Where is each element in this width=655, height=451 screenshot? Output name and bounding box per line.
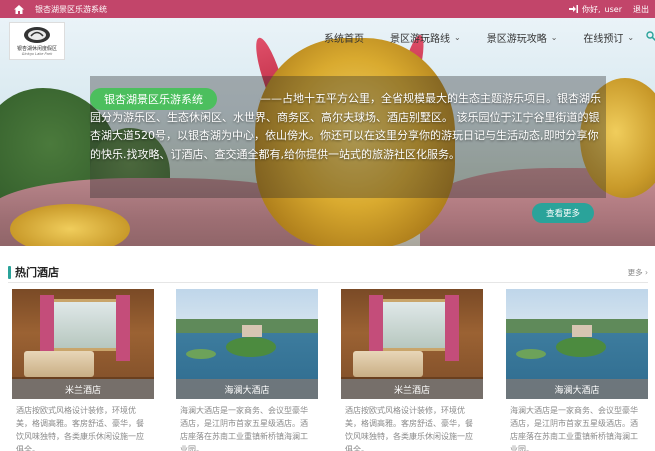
logo-subtext: Ginkgo Lake Park [21,52,53,56]
chevron-down-icon: ⌄ [454,33,461,42]
site-name[interactable]: 银杏湖景区乐游系统 [35,4,107,15]
logo-icon [24,27,50,43]
hotel-name[interactable]: 米兰酒店 [341,379,483,399]
hotel-description: 酒店按欧式风格设计装修，环境优美，格调高雅。客房舒适、豪华，餐饮风味独特，各类康… [345,406,473,451]
view-more-button[interactable]: 查看更多 [532,203,594,223]
hotel-description: 酒店按欧式风格设计装修，环境优美，格调高雅。客房舒适、豪华，餐饮风味独特，各类康… [16,406,144,451]
greeting-text: 你好, [582,4,601,14]
intro-badge: 银杏湖景区乐游系统 [90,88,217,110]
hot-hotels-header: 热门酒店 更多 › [8,262,648,282]
username[interactable]: user [605,5,622,14]
chevron-down-icon: ⌄ [550,33,558,42]
hotel-card[interactable]: 海澜大酒店 海澜大酒店是一家商务、会议型豪华酒店，是江阴市首家五星级酒店。酒店座… [506,289,648,451]
hotel-card[interactable]: 海澜大酒店 海澜大酒店是一家商务、会议型豪华酒店，是江阴市首家五星级酒店。酒店座… [176,289,318,451]
main-nav: 系统首页 景区游玩路线 ⌄ 景区游玩攻略 ⌄ 在线预订 ⌄ [324,30,655,45]
hotel-name[interactable]: 海澜大酒店 [176,379,318,399]
hotel-thumbnail[interactable]: 海澜大酒店 [506,289,648,399]
site-logo[interactable]: 银杏湖休闲度假区 Ginkgo Lake Park [9,22,65,60]
more-hotels-link[interactable]: 更多 › [628,267,648,278]
logout-link[interactable]: 退出 [633,4,649,15]
hotel-thumbnail[interactable]: 海澜大酒店 [176,289,318,399]
search-icon[interactable] [646,31,655,44]
logo-text: 银杏湖休闲度假区 [16,46,57,52]
nav-item-guides[interactable]: 景区游玩攻略 ⌄ [487,30,558,45]
hotel-card[interactable]: 米兰酒店 酒店按欧式风格设计装修，环境优美，格调高雅。客房舒适、豪华，餐饮风味独… [12,289,154,451]
chevron-down-icon: ⌄ [627,33,635,42]
hotel-description: 海澜大酒店是一家商务、会议型豪华酒店，是江阴市首家五星级酒店。酒店座落在苏南工业… [510,406,638,451]
top-bar: 银杏湖景区乐游系统 你好, user 退出 [0,0,655,18]
hotel-name[interactable]: 米兰酒店 [12,379,154,399]
section-accent-bar [8,265,11,279]
hotel-description: 海澜大酒店是一家商务、会议型豪华酒店，是江阴市首家五星级酒店。酒店座落在苏南工业… [180,406,308,451]
hotel-name[interactable]: 海澜大酒店 [506,379,648,399]
hotel-thumbnail[interactable]: 米兰酒店 [341,289,483,399]
nav-item-booking[interactable]: 在线预订 ⌄ [583,30,634,45]
hotel-thumbnail[interactable]: 米兰酒店 [12,289,154,399]
nav-item-routes[interactable]: 景区游玩路线 ⌄ [390,30,461,45]
nav-item-home[interactable]: 系统首页 [324,30,364,45]
section-title: 热门酒店 [15,266,59,279]
home-icon[interactable] [14,4,24,14]
hotel-card[interactable]: 米兰酒店 酒店按欧式风格设计装修，环境优美，格调高雅。客房舒适、豪华，餐饮风味独… [341,289,483,451]
login-icon [569,5,578,13]
